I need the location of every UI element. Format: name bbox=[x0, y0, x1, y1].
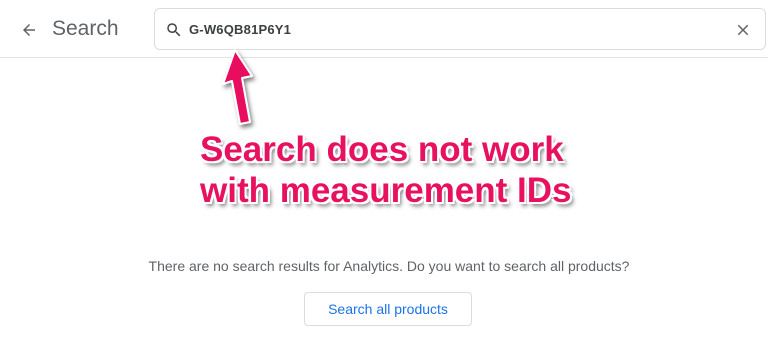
page-title: Search bbox=[52, 17, 119, 40]
close-icon bbox=[737, 24, 749, 36]
no-results-message: There are no search results for Analytic… bbox=[148, 258, 630, 274]
callout-line-2: with measurement IDs bbox=[200, 171, 572, 210]
back-button[interactable] bbox=[14, 15, 44, 45]
annotation-callout: Search does not work with measurement ID… bbox=[200, 129, 600, 211]
arrow-back-icon bbox=[23, 24, 35, 36]
callout-line-1: Search does not work bbox=[200, 130, 564, 169]
clear-search-button[interactable] bbox=[733, 20, 753, 40]
search-header: Search bbox=[0, 0, 768, 58]
search-icon bbox=[167, 23, 181, 37]
annotation-arrow bbox=[222, 49, 253, 125]
search-input[interactable] bbox=[189, 18, 709, 40]
search-all-products-button[interactable]: Search all products bbox=[304, 292, 472, 326]
